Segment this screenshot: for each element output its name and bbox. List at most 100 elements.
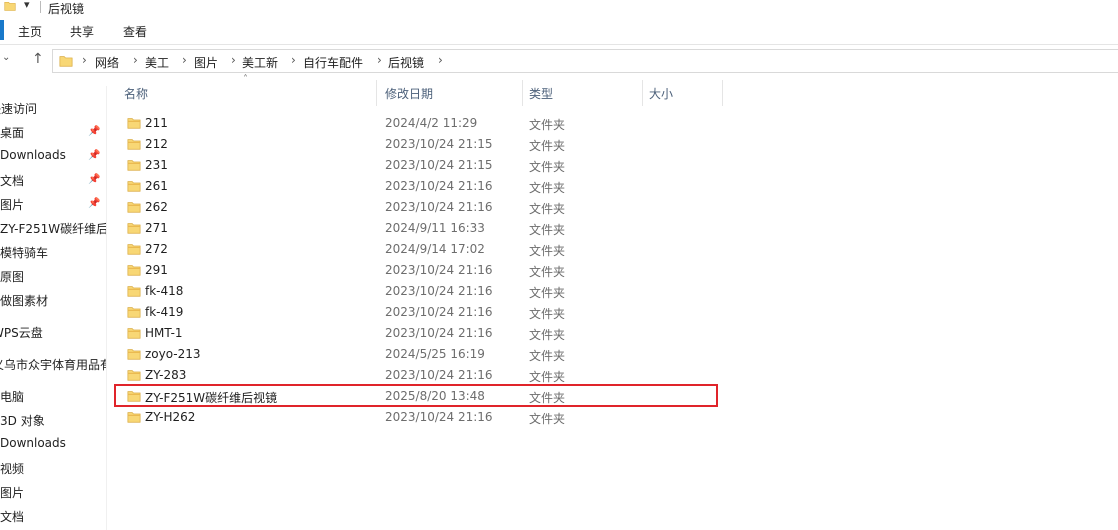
sidebar-item-model-riding[interactable]: 模特骑车 <box>0 244 48 261</box>
file-type: 文件夹 <box>529 349 566 363</box>
file-name[interactable]: 262 <box>145 200 168 214</box>
sidebar-item-3d-objects[interactable]: 3D 对象 <box>0 412 45 429</box>
file-row[interactable]: ZY-H262 2023/10/24 21:16 文件夹 <box>117 407 717 428</box>
file-type: 文件夹 <box>529 286 566 300</box>
file-row[interactable]: fk-418 2023/10/24 21:16 文件夹 <box>117 281 717 302</box>
folder-icon <box>127 244 141 255</box>
file-name[interactable]: fk-419 <box>145 305 183 319</box>
breadcrumb-images[interactable]: 图片 <box>194 54 218 71</box>
folder-icon <box>127 202 141 213</box>
file-type: 文件夹 <box>529 160 566 174</box>
column-divider[interactable] <box>642 80 643 106</box>
file-tab-accent[interactable] <box>0 20 4 40</box>
folder-icon <box>127 223 141 234</box>
tab-view[interactable]: 查看 <box>123 23 147 40</box>
file-row[interactable]: HMT-1 2023/10/24 21:16 文件夹 <box>117 323 717 344</box>
pin-icon: 📌 <box>88 150 101 161</box>
sidebar-item-pc-documents[interactable]: 文档 <box>0 508 24 525</box>
file-row[interactable]: 231 2023/10/24 21:15 文件夹 <box>117 155 717 176</box>
file-row[interactable]: 212 2023/10/24 21:15 文件夹 <box>117 134 717 155</box>
file-name[interactable]: 211 <box>145 116 168 130</box>
column-divider[interactable] <box>722 80 723 106</box>
file-row[interactable]: ZY-283 2023/10/24 21:16 文件夹 <box>117 365 717 386</box>
folder-icon <box>127 181 141 192</box>
column-header-type[interactable]: 类型 <box>529 85 553 102</box>
file-date: 2023/10/24 21:16 <box>385 263 493 277</box>
file-row[interactable]: 262 2023/10/24 21:16 文件夹 <box>117 197 717 218</box>
chevron-right-icon[interactable]: › <box>231 53 236 67</box>
breadcrumb-bike-parts[interactable]: 自行车配件 <box>303 54 363 71</box>
chevron-right-icon[interactable]: › <box>133 53 138 67</box>
file-date: 2023/10/24 21:16 <box>385 368 493 382</box>
sidebar-item-pc-pictures[interactable]: 图片 <box>0 484 24 501</box>
tab-home[interactable]: 主页 <box>18 23 42 40</box>
file-row[interactable]: 261 2023/10/24 21:16 文件夹 <box>117 176 717 197</box>
tab-share[interactable]: 共享 <box>70 23 94 40</box>
file-row[interactable]: zoyo-213 2024/5/25 16:19 文件夹 <box>117 344 717 365</box>
sidebar-item-this-pc[interactable]: 此电脑 <box>0 388 24 405</box>
file-row[interactable]: 211 2024/4/2 11:29 文件夹 <box>117 113 717 134</box>
sidebar-item-videos[interactable]: 视频 <box>0 460 24 477</box>
breadcrumb-art[interactable]: 美工 <box>145 54 169 71</box>
breadcrumb-art-new[interactable]: 美工新 <box>242 54 278 71</box>
sidebar-item-downloads[interactable]: Downloads <box>0 148 66 162</box>
chevron-right-icon[interactable]: › <box>438 53 443 67</box>
file-name[interactable]: ZY-283 <box>145 368 186 382</box>
folder-icon <box>127 307 141 318</box>
sidebar-item-originals[interactable]: 原图 <box>0 268 24 285</box>
sidebar-item-documents[interactable]: 文档 <box>0 172 24 189</box>
column-header-size[interactable]: 大小 <box>649 85 673 102</box>
sidebar-item-design-assets[interactable]: 做图素材 <box>0 292 48 309</box>
pin-icon: 📌 <box>88 174 101 185</box>
sidebar-item-quick-access[interactable]: 快速访问 <box>0 100 37 117</box>
sidebar-item-zy-f251w[interactable]: ZY-F251W碳纤维后 <box>0 220 106 237</box>
column-divider[interactable] <box>376 80 377 106</box>
up-arrow-icon[interactable]: ↑ <box>32 51 44 67</box>
file-name[interactable]: ZY-H262 <box>145 410 195 424</box>
chevron-right-icon[interactable]: › <box>377 53 382 67</box>
folder-icon <box>127 160 141 171</box>
folder-icon <box>59 56 73 67</box>
breadcrumb-network[interactable]: 网络 <box>95 54 119 71</box>
file-name[interactable]: HMT-1 <box>145 326 183 340</box>
sidebar-item-pictures[interactable]: 图片 <box>0 196 24 213</box>
file-date: 2023/10/24 21:16 <box>385 200 493 214</box>
pin-icon: 📌 <box>88 198 101 209</box>
recent-locations-icon[interactable]: ⌄ <box>2 52 10 63</box>
file-name[interactable]: 231 <box>145 158 168 172</box>
chevron-right-icon[interactable]: › <box>82 53 87 67</box>
breadcrumb-mirror[interactable]: 后视镜 <box>388 54 424 71</box>
file-name[interactable]: 212 <box>145 137 168 151</box>
column-header-date[interactable]: 修改日期 <box>385 85 433 102</box>
file-type: 文件夹 <box>529 307 566 321</box>
file-row[interactable]: 291 2023/10/24 21:16 文件夹 <box>117 260 717 281</box>
folder-icon <box>127 139 141 150</box>
sidebar-item-pc-downloads[interactable]: Downloads <box>0 436 66 450</box>
sidebar-item-desktop[interactable]: 桌面 <box>0 124 24 141</box>
quick-access-dropdown-icon[interactable]: ▾ <box>24 0 30 11</box>
folder-icon <box>127 118 141 129</box>
address-bar[interactable]: › 网络 › 美工 › 图片 › 美工新 › 自行车配件 › 后视镜 › <box>52 49 1118 73</box>
pin-icon: 📌 <box>88 126 101 137</box>
file-name[interactable]: fk-418 <box>145 284 183 298</box>
file-type: 文件夹 <box>529 181 566 195</box>
sidebar-item-wps-cloud[interactable]: WPS云盘 <box>0 324 43 341</box>
file-name[interactable]: 261 <box>145 179 168 193</box>
column-divider[interactable] <box>522 80 523 106</box>
file-row[interactable]: 271 2024/9/11 16:33 文件夹 <box>117 218 717 239</box>
chevron-right-icon[interactable]: › <box>182 53 187 67</box>
file-name[interactable]: zoyo-213 <box>145 347 201 361</box>
navigation-pane: 快速访问 桌面 📌 Downloads 📌 文档 📌 图片 📌 ZY-F251W… <box>0 86 107 530</box>
file-name[interactable]: 271 <box>145 221 168 235</box>
column-header-name[interactable]: 名称 <box>124 85 148 102</box>
file-row[interactable]: fk-419 2023/10/24 21:16 文件夹 <box>117 302 717 323</box>
file-name[interactable]: 291 <box>145 263 168 277</box>
sidebar-item-company[interactable]: 义乌市众宇体育用品有 <box>0 356 106 373</box>
file-date: 2024/5/25 16:19 <box>385 347 485 361</box>
file-row[interactable]: 272 2024/9/14 17:02 文件夹 <box>117 239 717 260</box>
title-bar: ▾ 后视镜 <box>0 0 1118 16</box>
file-type: 文件夹 <box>529 265 566 279</box>
file-name[interactable]: 272 <box>145 242 168 256</box>
file-type: 文件夹 <box>529 202 566 216</box>
chevron-right-icon[interactable]: › <box>291 53 296 67</box>
